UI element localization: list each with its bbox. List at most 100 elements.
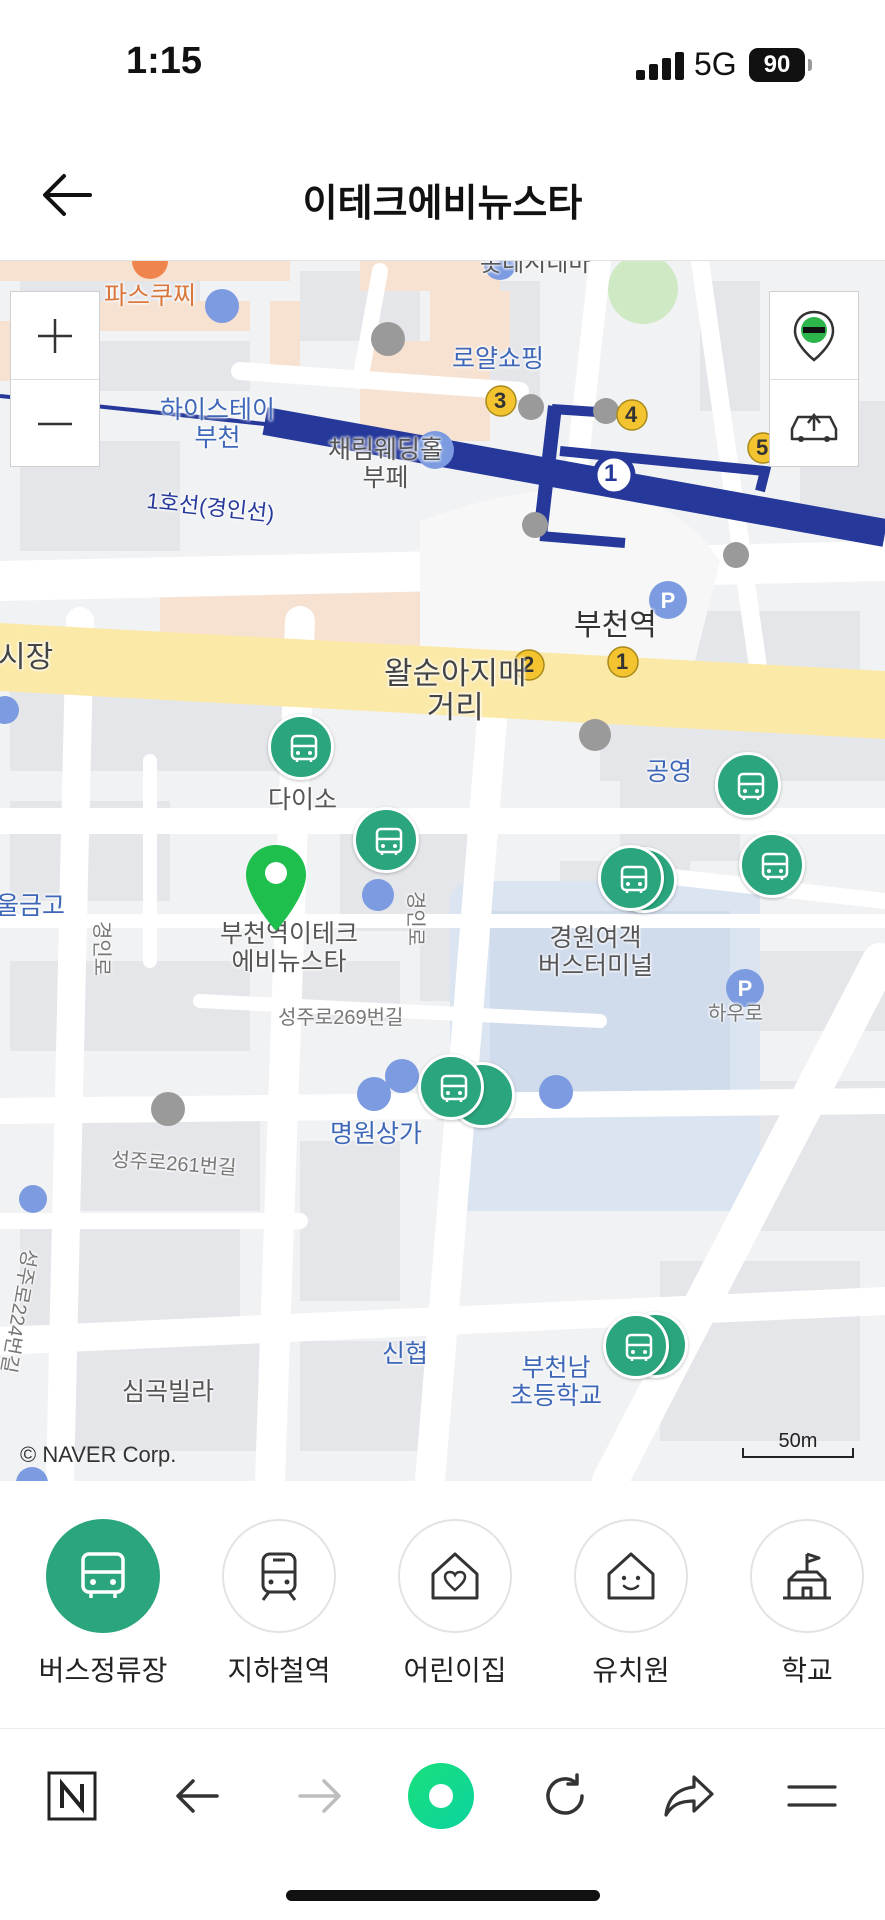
share-button[interactable] <box>654 1761 724 1831</box>
map-label[interactable]: 울금고 <box>0 892 65 921</box>
status-time: 1:15 <box>126 40 203 82</box>
battery-icon: 90 <box>749 48 812 82</box>
map-label[interactable]: 다이소 <box>268 786 337 815</box>
map-label-line: 에비뉴스타 <box>231 947 347 976</box>
zoom-control <box>10 291 100 467</box>
map-label: 왈순아지매 거리 <box>384 656 527 726</box>
naver-logo-icon <box>47 1771 97 1821</box>
map-label-line: 거리 <box>426 690 484 726</box>
map-view[interactable]: P P P 1 3 4 5 2 1 롯데시네마 파스쿠찌 로얄쇼핑 하이스테이 … <box>0 261 885 1481</box>
svg-text:P: P <box>661 588 676 613</box>
transit-layer-button[interactable] <box>770 292 858 379</box>
map-label[interactable]: 파스쿠찌 <box>104 282 196 311</box>
map-scale: 50m <box>742 1430 854 1458</box>
kindergarten-icon <box>607 1552 655 1600</box>
map-label[interactable]: 하이스테이 부천 <box>160 396 276 452</box>
bus-icon <box>290 734 318 762</box>
map-label-line: 부천 <box>194 423 241 452</box>
bus-icon <box>375 827 403 855</box>
map-label-line: 왈순아지매 <box>384 656 527 691</box>
bus-icon <box>81 1552 125 1598</box>
car-route-icon <box>790 412 838 442</box>
bus-icon <box>761 852 789 880</box>
road-label: 경인로 <box>404 891 426 947</box>
map-label-line: 경원여객 <box>549 924 642 952</box>
category-label: 학교 <box>781 1655 833 1686</box>
network-type: 5G <box>694 46 737 82</box>
category-school[interactable]: 학교 <box>732 1519 882 1689</box>
bus-stop-marker[interactable] <box>268 714 334 780</box>
category-daycare[interactable]: 어린이집 <box>380 1519 530 1689</box>
home-indicator[interactable] <box>286 1890 600 1901</box>
category-bus-stop[interactable]: 버스정류장 <box>28 1519 178 1689</box>
green-dot-button[interactable] <box>406 1761 476 1831</box>
minus-icon <box>38 422 72 425</box>
map-label[interactable]: 채림웨딩홀 부페 <box>328 436 444 492</box>
bus-stop-marker[interactable] <box>418 1054 484 1120</box>
map-label-line: 부페 <box>362 463 409 492</box>
map-label: 시장 <box>0 641 54 674</box>
station-label[interactable]: 부천역 <box>574 609 657 642</box>
bus-stop-marker[interactable] <box>739 832 805 898</box>
subway-line-badge: 1 <box>604 460 618 487</box>
menu-button[interactable] <box>777 1761 847 1831</box>
category-kindergarten[interactable]: 유치원 <box>556 1519 706 1689</box>
category-label: 버스정류장 <box>38 1655 168 1686</box>
arrow-right-icon <box>298 1779 341 1813</box>
category-label: 지하철역 <box>227 1655 331 1686</box>
transit-pin-icon <box>793 310 835 362</box>
school-icon <box>783 1552 831 1600</box>
map-label[interactable]: 신협 <box>382 1340 428 1369</box>
road-label: 하우로 <box>708 1003 764 1025</box>
exit-4-label: 4 <box>625 402 638 427</box>
bus-icon <box>625 1333 653 1361</box>
plus-icon <box>38 318 72 353</box>
bus-icon <box>737 772 765 800</box>
map-label[interactable]: 명원상가 <box>330 1120 422 1149</box>
subway-icon <box>261 1552 297 1601</box>
zoom-in-button[interactable] <box>11 292 99 379</box>
category-subway[interactable]: 지하철역 <box>204 1519 354 1689</box>
map-label[interactable]: 공영 <box>646 758 692 787</box>
category-label: 어린이집 <box>403 1655 507 1686</box>
daycare-icon <box>431 1552 479 1600</box>
map-label-line: 부천남 <box>521 1354 591 1382</box>
refresh-icon <box>546 1773 584 1815</box>
menu-icon <box>787 1785 837 1807</box>
naver-home-button[interactable] <box>37 1761 107 1831</box>
exit-5-label: 5 <box>756 435 769 460</box>
browser-back-button[interactable] <box>162 1761 232 1831</box>
road-label: 성주로269번길 <box>278 1007 404 1029</box>
svg-text:P: P <box>738 976 753 1001</box>
exit-3-label: 3 <box>494 388 507 413</box>
category-bar: 버스정류장 지하철역 어린이집 유치원 학교 <box>0 1483 885 1729</box>
location-pin-icon[interactable] <box>243 843 309 935</box>
driving-route-button[interactable] <box>770 379 858 467</box>
zoom-out-button[interactable] <box>11 379 99 467</box>
road-label: 경인로 <box>90 921 112 977</box>
bus-stop-marker[interactable] <box>715 752 781 818</box>
category-label: 유치원 <box>592 1655 670 1686</box>
status-bar: 1:15 5G 90 <box>0 0 885 130</box>
page-title: 이테크에비뉴스타 <box>302 183 583 225</box>
bus-stop-marker[interactable] <box>598 845 664 911</box>
bus-icon <box>440 1074 468 1102</box>
map-label[interactable]: 경원여객 버스터미널 <box>538 924 654 980</box>
map-label-line: 채림웨딩홀 <box>328 436 444 464</box>
map-copyright: © NAVER Corp. <box>20 1442 177 1467</box>
signal-icon <box>636 50 684 80</box>
browser-forward-button[interactable] <box>285 1761 355 1831</box>
arrow-left-icon <box>176 1779 219 1813</box>
refresh-button[interactable] <box>530 1761 600 1831</box>
map-label-line: 초등학교 <box>510 1381 603 1410</box>
map-label[interactable]: 부천남 초등학교 <box>510 1354 603 1410</box>
map-label[interactable]: 심곡빌라 <box>122 1378 214 1407</box>
map-label-line: 버스터미널 <box>538 951 654 980</box>
map-label-line: 하이스테이 <box>160 396 276 424</box>
share-icon <box>664 1775 714 1817</box>
bus-stop-marker[interactable] <box>603 1313 669 1379</box>
map-label[interactable]: 로얄쇼핑 <box>452 345 544 374</box>
map-tools <box>769 291 859 467</box>
page-header: 이테크에비뉴스타 <box>0 130 885 261</box>
bus-stop-marker[interactable] <box>353 807 419 873</box>
